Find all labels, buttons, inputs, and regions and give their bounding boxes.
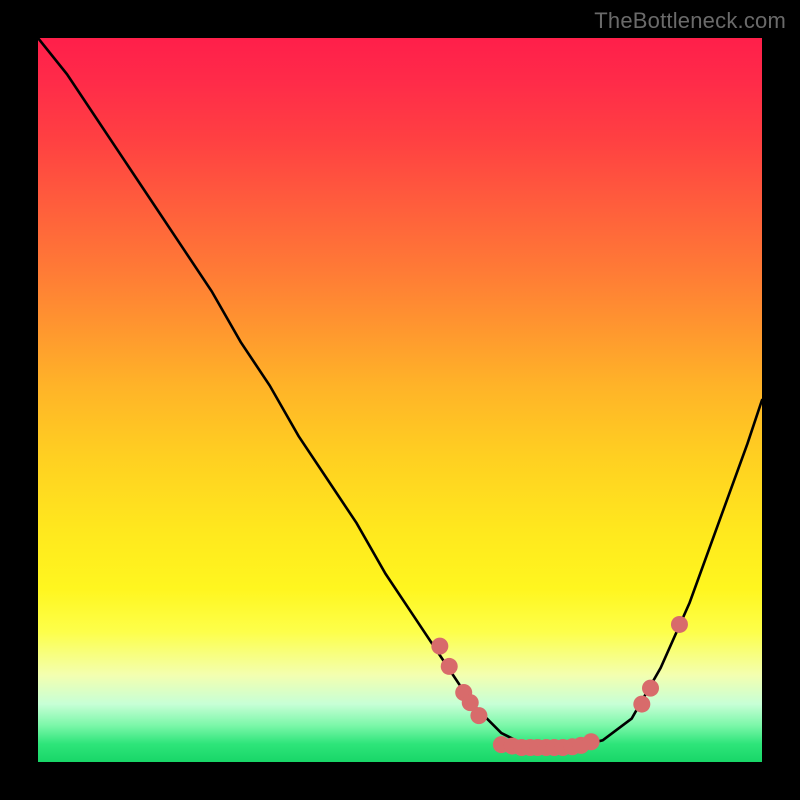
chart-svg: [38, 38, 762, 762]
data-point: [671, 616, 688, 633]
plot-area: [38, 38, 762, 762]
data-point: [470, 707, 487, 724]
data-point: [441, 658, 458, 675]
watermark-text: TheBottleneck.com: [594, 8, 786, 34]
bottleneck-curve: [38, 38, 762, 748]
chart-frame: TheBottleneck.com: [0, 0, 800, 800]
data-point: [633, 696, 650, 713]
data-point: [431, 638, 448, 655]
data-point: [583, 733, 600, 750]
data-points: [431, 616, 688, 756]
data-point: [642, 680, 659, 697]
